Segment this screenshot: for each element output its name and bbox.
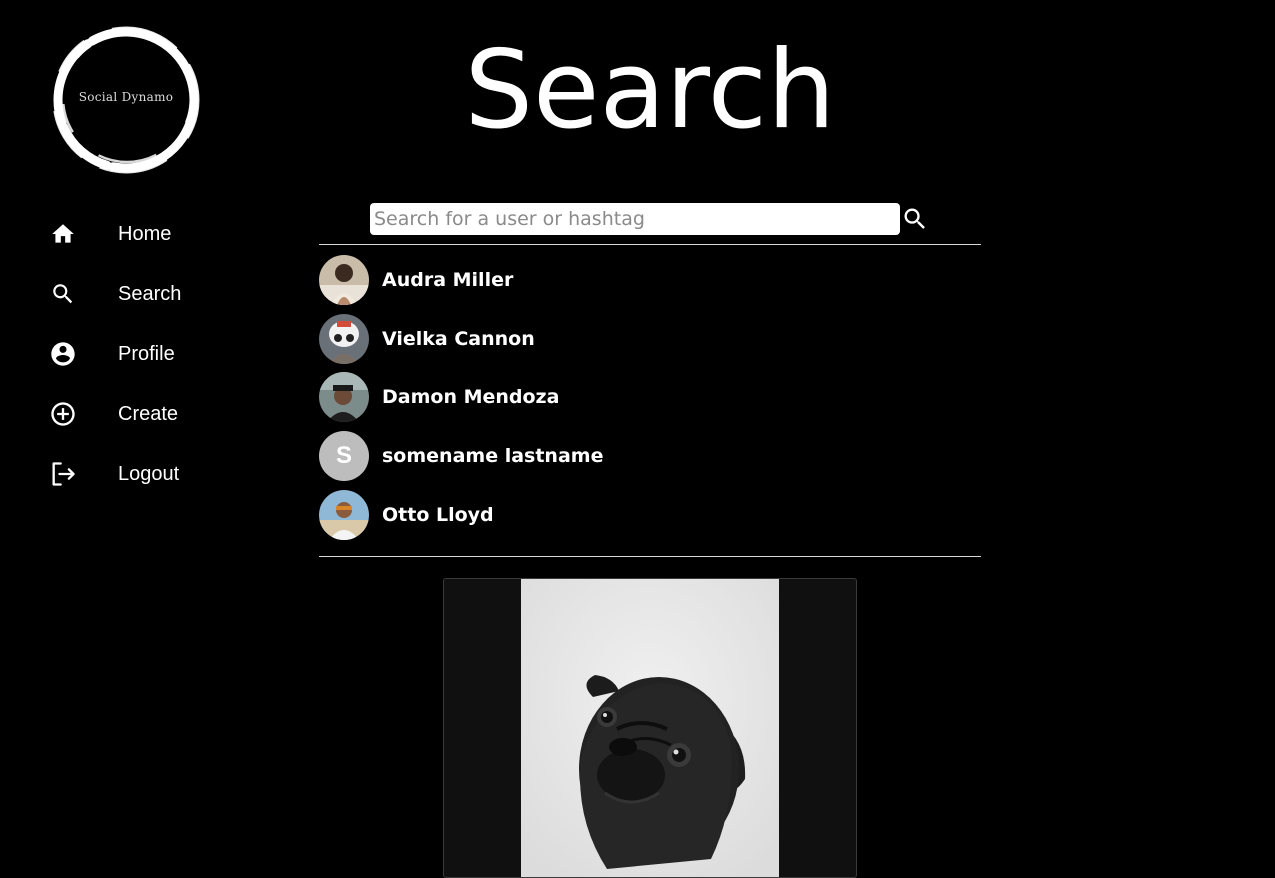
avatar: [319, 313, 369, 364]
sidebar-item-logout[interactable]: Logout: [48, 444, 268, 504]
result-item-vielka-cannon[interactable]: Vielka Cannon: [319, 310, 981, 369]
result-item-otto-lloyd[interactable]: Otto Lloyd: [319, 485, 981, 544]
avatar-letter: S: [319, 431, 369, 482]
logo-text: Social Dynamo: [78, 90, 174, 104]
search-results-list: Audra Miller Vielka Cannon Damon Mendoza…: [319, 251, 981, 544]
post-image-pug: [521, 579, 779, 877]
result-item-somename-lastname[interactable]: S somename lastname: [319, 427, 981, 486]
page-title: Search: [464, 28, 836, 153]
sidebar-item-home[interactable]: Home: [48, 204, 268, 264]
result-item-damon-mendoza[interactable]: Damon Mendoza: [319, 368, 981, 427]
sidebar-item-label: Logout: [118, 462, 180, 485]
account-circle-icon: [48, 339, 78, 369]
sidebar-item-label: Create: [118, 402, 179, 425]
search-button[interactable]: [900, 204, 930, 234]
sidebar-item-label: Profile: [118, 342, 175, 365]
search-icon: [904, 208, 925, 229]
search-icon: [48, 279, 78, 309]
app-logo[interactable]: Social Dynamo: [46, 18, 206, 182]
result-name: Vielka Cannon: [382, 327, 535, 350]
sidebar-item-create[interactable]: Create: [48, 384, 268, 444]
sidebar-item-label: Home: [118, 222, 172, 245]
logout-icon: [48, 459, 78, 489]
result-item-audra-miller[interactable]: Audra Miller: [319, 251, 981, 310]
result-name: Audra Miller: [382, 269, 514, 292]
results-top-divider: [319, 244, 981, 245]
post-card[interactable]: [443, 578, 857, 878]
avatar: [319, 372, 369, 423]
sidebar-nav: Home Search Profile Create Logout: [48, 204, 268, 504]
home-icon: [48, 219, 78, 249]
avatar: [319, 489, 369, 540]
result-name: somename lastname: [382, 445, 604, 468]
sidebar-item-search[interactable]: Search: [48, 264, 268, 324]
results-bottom-divider: [319, 556, 981, 557]
result-name: Damon Mendoza: [382, 386, 560, 409]
add-circle-icon: [48, 399, 78, 429]
sidebar-item-profile[interactable]: Profile: [48, 324, 268, 384]
result-name: Otto Lloyd: [382, 503, 494, 526]
search-bar: [370, 203, 930, 235]
sidebar-item-label: Search: [118, 282, 182, 305]
avatar: [319, 255, 369, 306]
search-input[interactable]: [370, 203, 900, 235]
